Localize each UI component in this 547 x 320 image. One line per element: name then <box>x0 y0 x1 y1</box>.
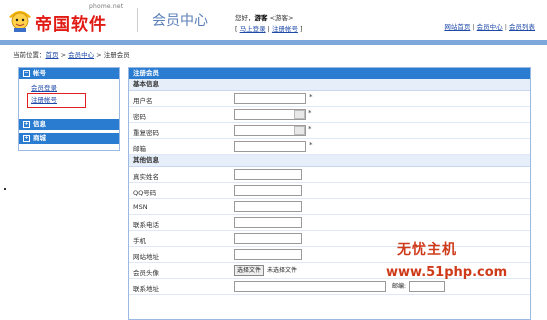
field-label: 重复密码 <box>133 129 159 137</box>
top-nav: 网站首页 | 会员中心 | 会员列表 <box>444 23 535 31</box>
form-row-repeat-password: 重复密码 * <box>129 123 530 139</box>
logo-domain: phome.net <box>89 3 124 10</box>
other-info-title: 其他信息 <box>129 155 530 167</box>
qq-input[interactable] <box>234 185 302 196</box>
form-row-qq: QQ号码 <box>129 183 530 199</box>
field-label: 会员头像 <box>133 269 159 277</box>
site-logo[interactable]: phome.net 帝国软件 <box>5 2 133 35</box>
register-form-panel: 注册会员 基本信息 用户名 * 密码 * 重复密码 * 邮箱 * 其他信息 真实… <box>128 67 531 320</box>
breadcrumb-prefix: 当前位置： <box>13 51 46 59</box>
address-input[interactable] <box>234 281 386 292</box>
required-mark: * <box>308 109 312 117</box>
msn-input[interactable] <box>234 201 302 212</box>
header-divider <box>137 8 138 32</box>
account-links: [ 马上登录 | 注册帐号 ] <box>235 25 303 33</box>
nav-home-link[interactable]: 网站首页 <box>444 23 470 31</box>
username-input[interactable] <box>234 93 306 104</box>
field-label: 用户名 <box>133 97 153 105</box>
register-link[interactable]: 注册帐号 <box>272 25 298 33</box>
keyboard-icon[interactable] <box>294 126 305 135</box>
form-row-website: 网站地址 <box>129 247 530 263</box>
breadcrumb-member-center-link[interactable]: 会员中心 <box>68 51 94 59</box>
field-label: 邮箱 <box>133 145 146 153</box>
minus-icon[interactable]: − <box>23 69 30 77</box>
keyboard-icon[interactable] <box>294 110 305 119</box>
sidebar: − 帐号 会员登录 注册帐号 + 信息 + 商城 <box>18 67 120 151</box>
field-label: 联系地址 <box>133 285 159 293</box>
form-row-realname: 真实姓名 <box>129 167 530 183</box>
required-mark: * <box>308 125 312 133</box>
watermark-text-cn: 无忧主机 <box>397 242 457 258</box>
phone-input[interactable] <box>234 217 302 228</box>
header-bar <box>0 40 547 45</box>
breadcrumb-home-link[interactable]: 首页 <box>46 51 59 59</box>
welcome-user: 游客 <box>254 14 268 22</box>
bullet-dot <box>4 188 6 190</box>
plus-icon[interactable]: + <box>23 134 30 142</box>
mobile-input[interactable] <box>234 233 302 244</box>
email-input[interactable] <box>234 141 306 152</box>
zip-label: 邮编: <box>392 283 407 290</box>
sidebar-section-title: 信息 <box>33 120 46 128</box>
website-input[interactable] <box>234 249 302 260</box>
welcome-prefix: 您好， <box>235 14 255 22</box>
form-row-mobile: 手机 <box>129 231 530 247</box>
field-label: 联系电话 <box>133 221 159 229</box>
header: phome.net 帝国软件 会员中心 您好，游客 <游客> [ 马上登录 | … <box>0 0 547 40</box>
breadcrumb: 当前位置：首页 > 会员中心 > 注册会员 <box>13 51 130 59</box>
field-label: 真实姓名 <box>133 173 159 181</box>
watermark-url: www.51php.com <box>386 265 508 280</box>
sidebar-section-title: 帐号 <box>33 69 46 77</box>
breadcrumb-current: 注册会员 <box>103 51 130 59</box>
form-row-password: 密码 * <box>129 107 530 123</box>
choose-file-button[interactable]: 选择文件 <box>234 265 265 276</box>
page-title: 会员中心 <box>152 13 208 29</box>
form-row-email: 邮箱 * <box>129 139 530 155</box>
highlight-box <box>27 93 86 108</box>
nav-member-center-link[interactable]: 会员中心 <box>477 23 503 31</box>
sidebar-section-title: 商城 <box>33 134 46 142</box>
mascot-logo-icon <box>9 11 31 32</box>
form-title: 注册会员 <box>129 68 530 79</box>
nav-member-list-link[interactable]: 会员列表 <box>509 23 535 31</box>
required-mark: * <box>309 141 313 149</box>
form-row-username: 用户名 * <box>129 91 530 107</box>
field-label: 手机 <box>133 237 146 245</box>
form-row-address: 联系地址 邮编: <box>129 279 530 295</box>
realname-input[interactable] <box>234 169 302 180</box>
logo-brand-text: 帝国软件 <box>35 15 107 35</box>
form-row-phone: 联系电话 <box>129 215 530 231</box>
plus-icon[interactable]: + <box>23 120 30 128</box>
welcome-suffix: <游客> <box>269 14 294 22</box>
welcome-text: 您好，游客 <游客> <box>235 12 293 22</box>
sidebar-section-info[interactable]: + 信息 <box>19 119 119 130</box>
basic-info-title: 基本信息 <box>129 79 530 91</box>
field-label: MSN <box>133 203 148 211</box>
login-link[interactable]: 马上登录 <box>240 25 266 33</box>
file-status: 未选择文件 <box>267 267 298 274</box>
form-row-msn: MSN <box>129 199 530 215</box>
sidebar-section-shop[interactable]: + 商城 <box>19 133 119 144</box>
field-label: 网站地址 <box>133 253 159 261</box>
zip-input[interactable] <box>409 281 446 292</box>
field-label: 密码 <box>133 113 146 121</box>
field-label: QQ号码 <box>133 189 157 197</box>
required-mark: * <box>309 93 313 101</box>
sidebar-section-account[interactable]: − 帐号 <box>19 68 119 79</box>
